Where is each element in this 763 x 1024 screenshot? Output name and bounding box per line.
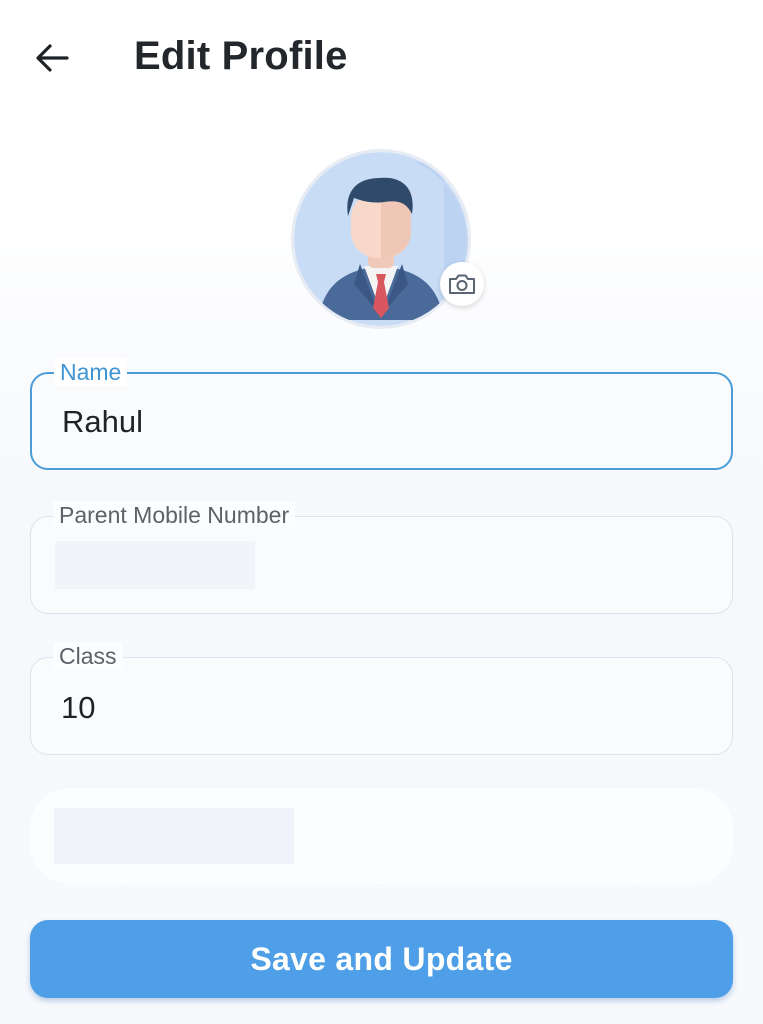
- change-photo-button[interactable]: [440, 262, 484, 306]
- avatar[interactable]: [294, 152, 468, 326]
- camera-icon: [449, 274, 475, 294]
- redacted-mobile-value: [55, 541, 255, 589]
- page-title: Edit Profile: [134, 34, 348, 78]
- class-field-label: Class: [53, 642, 123, 670]
- name-field-label: Name: [54, 358, 128, 386]
- name-field[interactable]: Name Rahul: [30, 358, 733, 470]
- app-header: Edit Profile: [0, 0, 763, 120]
- class-field[interactable]: Class 10: [30, 642, 733, 755]
- class-input[interactable]: 10: [61, 690, 95, 726]
- parent-mobile-field-label: Parent Mobile Number: [53, 501, 296, 529]
- parent-mobile-field[interactable]: Parent Mobile Number: [30, 501, 733, 614]
- businessman-avatar-icon: [294, 152, 468, 326]
- save-button-label: Save and Update: [250, 940, 513, 977]
- name-input[interactable]: Rahul: [62, 404, 143, 440]
- redacted-field-value: [54, 808, 294, 864]
- back-button[interactable]: [30, 36, 74, 80]
- profile-avatar-section: [294, 152, 484, 326]
- save-and-update-button[interactable]: Save and Update: [30, 920, 733, 998]
- redacted-field: [30, 788, 733, 884]
- arrow-left-icon: [36, 44, 69, 72]
